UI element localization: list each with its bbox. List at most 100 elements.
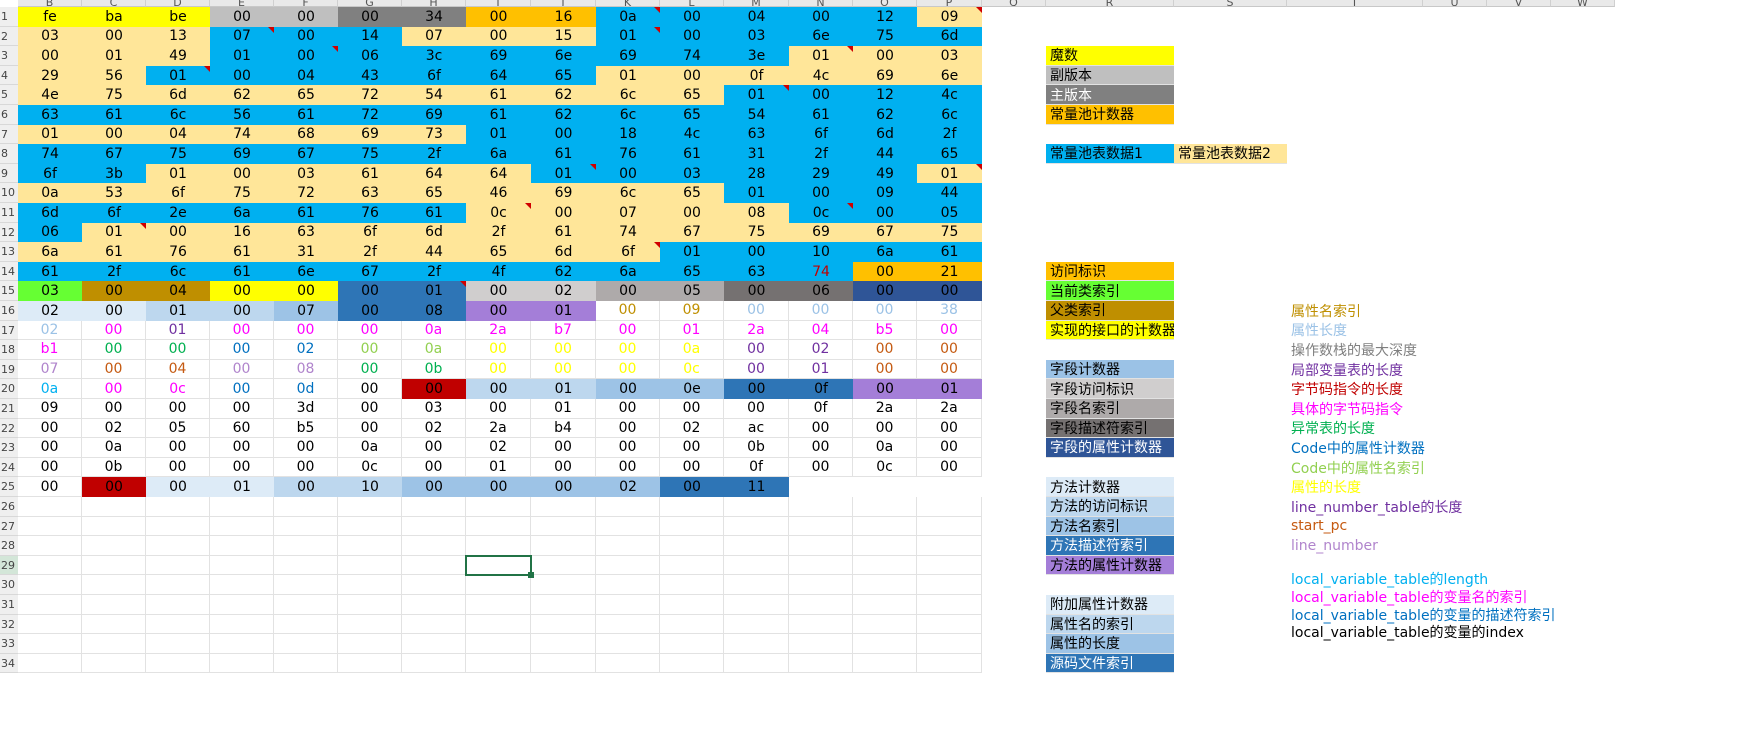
empty-cell[interactable] bbox=[853, 555, 917, 576]
hex-cell[interactable]: 00 bbox=[853, 379, 917, 399]
hex-cell[interactable]: 75 bbox=[724, 222, 789, 243]
hex-cell[interactable]: 00 bbox=[789, 301, 853, 321]
hex-cell[interactable]: 00 bbox=[466, 379, 531, 399]
hex-cell[interactable]: 6a bbox=[853, 242, 917, 262]
hex-cell[interactable]: 67 bbox=[338, 261, 402, 282]
row-header-23[interactable]: 23 bbox=[0, 438, 18, 458]
hex-cell[interactable]: 69 bbox=[596, 46, 660, 66]
hex-cell[interactable]: 07 bbox=[402, 26, 466, 47]
hex-cell[interactable]: b1 bbox=[18, 340, 82, 360]
hex-cell[interactable]: 6e bbox=[917, 65, 982, 86]
empty-cell[interactable] bbox=[724, 497, 789, 517]
legend-field-attr-count[interactable]: 字段的属性计数器 bbox=[1046, 438, 1174, 458]
hex-cell[interactable]: 08 bbox=[724, 203, 789, 223]
hex-cell[interactable]: 00 bbox=[789, 183, 853, 203]
hex-cell[interactable]: 69 bbox=[789, 222, 853, 243]
column-header-n[interactable]: N bbox=[789, 0, 853, 7]
hex-cell[interactable]: 07 bbox=[596, 203, 660, 223]
hex-cell[interactable]: 62 bbox=[853, 105, 917, 125]
hex-cell[interactable]: 01 bbox=[596, 65, 660, 86]
empty-cell[interactable] bbox=[82, 575, 146, 595]
hex-cell[interactable]: 00 bbox=[18, 418, 82, 439]
hex-cell[interactable]: 00 bbox=[724, 340, 789, 360]
legend-src-idx[interactable]: 源码文件索引 bbox=[1046, 653, 1174, 674]
hex-cell[interactable]: 03 bbox=[402, 399, 466, 419]
hex-cell[interactable]: be bbox=[146, 7, 210, 27]
empty-cell[interactable] bbox=[660, 575, 724, 595]
empty-cell[interactable] bbox=[596, 595, 660, 615]
empty-cell[interactable] bbox=[82, 634, 146, 654]
row-header-1[interactable]: 1 bbox=[0, 7, 18, 27]
empty-cell[interactable] bbox=[18, 536, 82, 556]
hex-cell[interactable]: 0a bbox=[18, 183, 82, 203]
hex-cell[interactable]: 44 bbox=[917, 183, 982, 203]
hex-cell[interactable]: 04 bbox=[146, 124, 210, 145]
hex-cell[interactable]: 65 bbox=[466, 242, 531, 262]
hex-cell[interactable]: 43 bbox=[338, 65, 402, 86]
hex-cell[interactable]: b7 bbox=[531, 320, 596, 341]
hex-cell[interactable]: 00 bbox=[210, 399, 274, 419]
hex-cell[interactable]: 31 bbox=[274, 242, 338, 262]
empty-cell[interactable] bbox=[596, 614, 660, 635]
empty-cell[interactable] bbox=[274, 516, 338, 537]
hex-cell[interactable]: 3d bbox=[274, 399, 338, 419]
hex-cell[interactable]: 61 bbox=[210, 261, 274, 282]
hex-cell[interactable]: 00 bbox=[210, 281, 274, 301]
hex-cell[interactable]: 00 bbox=[338, 379, 402, 399]
empty-cell[interactable] bbox=[596, 634, 660, 654]
hex-cell[interactable]: 56 bbox=[210, 105, 274, 125]
hex-cell[interactable]: 02 bbox=[660, 418, 724, 439]
empty-cell[interactable] bbox=[789, 614, 853, 635]
empty-cell[interactable] bbox=[917, 536, 982, 556]
hex-cell[interactable]: 10 bbox=[338, 477, 402, 497]
hex-cell[interactable]: 0a bbox=[402, 340, 466, 360]
hex-cell[interactable]: 01 bbox=[146, 163, 210, 184]
empty-cell[interactable] bbox=[531, 536, 596, 556]
hex-cell[interactable]: 0c bbox=[338, 457, 402, 478]
empty-cell[interactable] bbox=[18, 497, 82, 517]
hex-cell[interactable]: 2f bbox=[466, 222, 531, 243]
empty-cell[interactable] bbox=[466, 614, 531, 635]
hex-cell[interactable]: 04 bbox=[146, 359, 210, 380]
empty-cell[interactable] bbox=[18, 653, 82, 674]
empty-cell[interactable] bbox=[917, 653, 982, 674]
empty-cell[interactable] bbox=[466, 575, 531, 595]
empty-cell[interactable] bbox=[146, 536, 210, 556]
hex-cell[interactable]: 6d bbox=[917, 26, 982, 47]
hex-cell[interactable]: 05 bbox=[917, 203, 982, 223]
legend-attr-len[interactable]: 属性的长度 bbox=[1046, 634, 1174, 654]
hex-cell[interactable]: 61 bbox=[210, 242, 274, 262]
hex-cell[interactable]: 00 bbox=[274, 320, 338, 341]
hex-cell[interactable]: 6f bbox=[402, 65, 466, 86]
hex-cell[interactable]: 21 bbox=[917, 261, 982, 282]
hex-cell[interactable]: 00 bbox=[466, 399, 531, 419]
column-header-o[interactable]: O bbox=[853, 0, 917, 7]
legend-method-count[interactable]: 方法计数器 bbox=[1046, 477, 1174, 497]
empty-cell[interactable] bbox=[917, 555, 982, 576]
hex-cell[interactable]: 04 bbox=[146, 281, 210, 301]
empty-cell[interactable] bbox=[917, 516, 982, 537]
hex-cell[interactable]: 01 bbox=[18, 124, 82, 145]
row-header-21[interactable]: 21 bbox=[0, 399, 18, 419]
hex-cell[interactable]: 01 bbox=[531, 399, 596, 419]
hex-cell[interactable]: 2a bbox=[466, 320, 531, 341]
hex-cell[interactable]: 00 bbox=[210, 379, 274, 399]
hex-cell[interactable]: 61 bbox=[466, 85, 531, 105]
legend-super-class[interactable]: 父类索引 bbox=[1046, 301, 1174, 321]
hex-cell[interactable]: 6c bbox=[146, 261, 210, 282]
hex-cell[interactable]: 2f bbox=[402, 261, 466, 282]
hex-cell[interactable]: 03 bbox=[18, 26, 82, 47]
column-header-l[interactable]: L bbox=[660, 0, 724, 7]
row-header-15[interactable]: 15 bbox=[0, 281, 18, 301]
hex-cell[interactable]: 0c bbox=[466, 203, 531, 223]
hex-cell[interactable]: 2a bbox=[853, 399, 917, 419]
empty-cell[interactable] bbox=[596, 575, 660, 595]
empty-cell[interactable] bbox=[82, 653, 146, 674]
hex-cell[interactable]: 65 bbox=[531, 65, 596, 86]
empty-cell[interactable] bbox=[853, 536, 917, 556]
hex-cell[interactable]: 00 bbox=[466, 301, 531, 321]
hex-cell[interactable]: 0a bbox=[660, 340, 724, 360]
hex-cell[interactable]: 00 bbox=[660, 457, 724, 478]
row-header-20[interactable]: 20 bbox=[0, 379, 18, 399]
row-header-22[interactable]: 22 bbox=[0, 418, 18, 439]
